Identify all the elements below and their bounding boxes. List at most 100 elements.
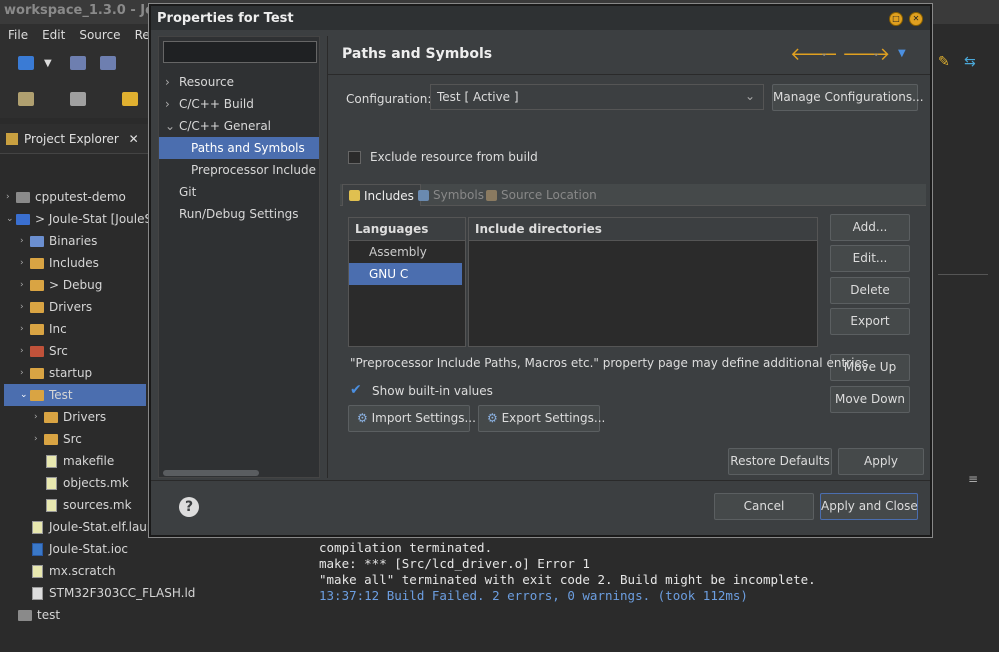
menu-edit[interactable]: Edit	[42, 28, 65, 42]
export-button[interactable]: Export	[830, 308, 910, 335]
align-icon[interactable]: ≡	[968, 472, 978, 486]
menu-source[interactable]: Source	[79, 28, 120, 42]
language-item-assembly[interactable]: Assembly	[349, 241, 465, 263]
expand-icon[interactable]: ›	[165, 75, 179, 89]
forward-arrow-icon[interactable]: 🡒	[842, 44, 890, 65]
tree-item-drivers[interactable]: › Drivers	[20, 296, 92, 318]
tree-item-test-drivers[interactable]: › Drivers	[34, 406, 106, 428]
new-icon[interactable]	[18, 56, 34, 70]
tree-item-makefile[interactable]: makefile	[46, 450, 114, 472]
nav-item-resource[interactable]: › Resource	[159, 71, 319, 93]
symbols-icon	[418, 189, 429, 201]
project-icon	[16, 191, 30, 203]
project-explorer-tree: › cpputest-demo ⌄ > Joule-Stat [JouleSta ›…	[0, 154, 195, 652]
configuration-select[interactable]: Test [ Active ] ⌄	[430, 84, 764, 110]
file-icon	[32, 520, 43, 534]
dialog-titlebar: Properties for Test □ ✕	[151, 6, 930, 30]
folder-icon	[30, 301, 44, 313]
nav-item-git[interactable]: Git	[159, 181, 319, 203]
page-title: Paths and Symbols	[342, 46, 493, 62]
console-line-build-status: 13:37:12 Build Failed. 2 errors, 0 warni…	[319, 588, 748, 603]
delete-button[interactable]: Delete	[830, 277, 910, 304]
tree-item-ioc-file[interactable]: Joule-Stat.ioc	[32, 538, 128, 560]
help-icon[interactable]: ?	[179, 497, 199, 517]
tree-item-mx-scratch[interactable]: mx.scratch	[32, 560, 116, 582]
language-item-gnu-c[interactable]: GNU C	[349, 263, 462, 285]
chevron-down-icon[interactable]: ⌄	[820, 48, 828, 59]
folder-error-icon	[30, 345, 44, 357]
configuration-label: Configuration:	[346, 92, 432, 106]
tree-item-ld-file[interactable]: STM32F303CC_FLASH.ld	[32, 582, 195, 604]
divider	[151, 480, 930, 481]
folder-open-icon	[30, 389, 44, 401]
nav-item-cpp-build[interactable]: › C/C++ Build	[159, 93, 319, 115]
close-icon[interactable]: ✕	[129, 132, 139, 146]
project-explorer-title: Project Explorer	[24, 132, 119, 146]
build-icon[interactable]	[18, 92, 34, 106]
run-icon[interactable]	[122, 92, 138, 106]
nav-item-paths-and-symbols[interactable]: Paths and Symbols	[159, 137, 319, 159]
show-builtin-checkbox[interactable]: ✔	[350, 383, 364, 397]
folder-icon	[30, 279, 44, 291]
tree-item-includes[interactable]: › Includes	[20, 252, 99, 274]
file-icon	[32, 564, 43, 578]
apply-button[interactable]: Apply	[838, 448, 924, 475]
nav-item-preprocessor-include[interactable]: Preprocessor Include Pa	[159, 159, 319, 181]
cancel-button[interactable]: Cancel	[714, 493, 814, 520]
tree-item-launch-file[interactable]: Joule-Stat.elf.launc	[32, 516, 161, 538]
chevron-down-icon[interactable]: ▼	[44, 58, 60, 72]
view-menu-icon[interactable]: ▼	[898, 48, 906, 59]
gear-icon: ⚙	[357, 411, 368, 425]
debug-icon[interactable]	[70, 92, 86, 106]
tab-symbols[interactable]: Symbols	[412, 184, 490, 206]
tree-item-sources-mk[interactable]: sources.mk	[46, 494, 132, 516]
apply-and-close-button[interactable]: Apply and Close	[820, 493, 918, 520]
move-down-button[interactable]: Move Down	[830, 386, 910, 413]
tree-item-joule-stat[interactable]: ⌄ > Joule-Stat [JouleSta	[6, 208, 164, 230]
tree-item-startup[interactable]: › startup	[20, 362, 92, 384]
restore-defaults-button[interactable]: Restore Defaults	[728, 448, 832, 475]
tab-source-location[interactable]: Source Location	[480, 184, 603, 206]
menu-file[interactable]: File	[8, 28, 28, 42]
close-icon[interactable]: ✕	[909, 12, 923, 26]
add-button[interactable]: Add...	[830, 214, 910, 241]
project-explorer-icon	[6, 133, 18, 145]
tree-item-test-src[interactable]: › Src	[34, 428, 82, 450]
nav-item-run-debug[interactable]: Run/Debug Settings	[159, 203, 319, 225]
save-icon[interactable]	[70, 56, 86, 70]
folder-icon	[44, 433, 58, 445]
filter-input[interactable]	[163, 41, 317, 63]
manage-configurations-button[interactable]: Manage Configurations...	[772, 84, 924, 111]
expand-icon[interactable]: ›	[165, 97, 179, 111]
binaries-icon	[30, 235, 44, 247]
collapse-icon[interactable]: ⌄	[6, 214, 16, 224]
collapse-icon[interactable]: ⌄	[165, 119, 179, 133]
chevron-down-icon[interactable]: ⌄	[872, 48, 880, 59]
tree-item-test[interactable]: ⌄ Test	[4, 384, 146, 406]
tree-item-cpputest-demo[interactable]: › cpputest-demo	[6, 186, 126, 208]
tab-includes[interactable]: Includes	[342, 184, 421, 206]
export-settings-button[interactable]: ⚙ Export Settings...	[478, 405, 605, 432]
nav-item-cpp-general[interactable]: ⌄ C/C++ General	[159, 115, 319, 137]
pencil-icon[interactable]: ✎	[938, 54, 950, 70]
tree-item-inc[interactable]: › Inc	[20, 318, 67, 340]
file-icon	[46, 454, 57, 468]
back-arrow-icon[interactable]: 🡐	[790, 44, 838, 65]
tree-item-test-project[interactable]: test	[18, 604, 60, 626]
console-line: "make all" terminated with exit code 2. …	[319, 572, 816, 587]
edit-button[interactable]: Edit...	[830, 245, 910, 272]
tree-item-binaries[interactable]: › Binaries	[20, 230, 97, 252]
tree-item-src[interactable]: › Src	[20, 340, 68, 362]
languages-header: Languages	[349, 218, 465, 241]
tree-item-debug[interactable]: › > Debug	[20, 274, 102, 296]
tree-item-objects-mk[interactable]: objects.mk	[46, 472, 129, 494]
exclude-checkbox[interactable]	[348, 151, 361, 164]
sync-icon[interactable]: ⇆	[964, 54, 976, 70]
horizontal-scrollbar[interactable]	[163, 470, 259, 476]
import-settings-button[interactable]: ⚙ Import Settings...	[348, 405, 476, 432]
console-line: compilation terminated.	[319, 540, 493, 555]
save-all-icon[interactable]	[100, 56, 116, 70]
expand-icon[interactable]: ›	[6, 192, 16, 202]
maximize-icon[interactable]: □	[889, 12, 903, 26]
file-icon	[46, 498, 57, 512]
